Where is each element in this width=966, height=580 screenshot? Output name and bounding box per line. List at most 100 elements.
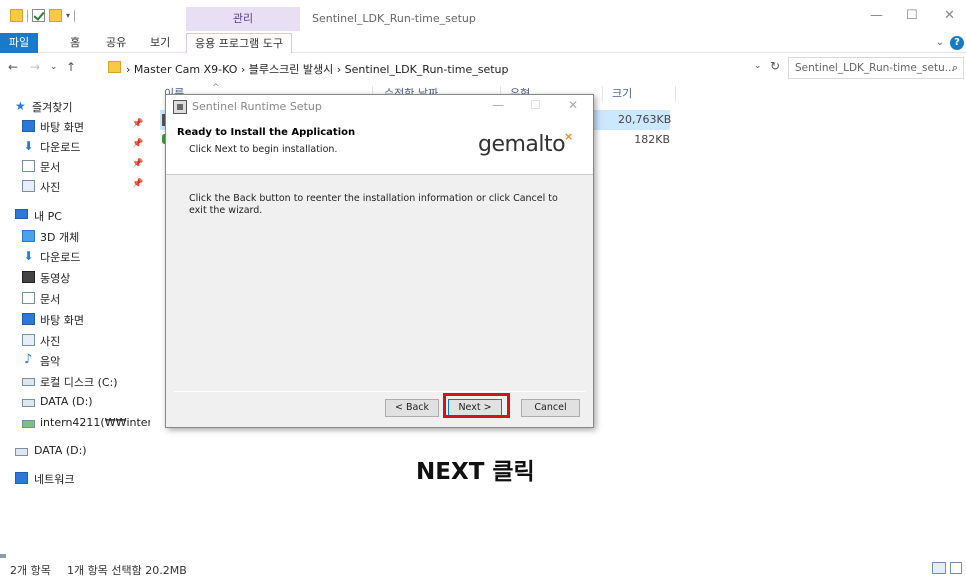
tab-app-tools[interactable]: 응용 프로그램 도구 (186, 33, 292, 53)
network-drive-icon (22, 420, 35, 428)
star-icon: ★ (15, 99, 26, 113)
dialog-title-bar[interactable]: Sentinel Runtime Setup — ☐ ✕ (166, 95, 593, 119)
drive-icon (22, 399, 35, 407)
cube-icon (22, 230, 35, 242)
sidebar-item-network-share[interactable]: intern4211(₩₩inter (0, 413, 150, 433)
gemalto-logo: gemalto (478, 132, 566, 157)
dialog-maximize-button: ☐ (530, 98, 541, 112)
search-input[interactable]: Sentinel_LDK_Run-time_setu... ⌕ (788, 57, 964, 79)
sidebar-item-label: 로컬 디스크 (C:) (40, 376, 118, 389)
up-arrow-icon[interactable]: ↑ (66, 60, 76, 74)
sidebar-item-downloads-pc[interactable]: ⬇ 다운로드 (0, 246, 150, 266)
dialog-minimize-button[interactable]: — (492, 98, 504, 112)
annotation-caption: NEXT 클릭 (416, 459, 535, 485)
sidebar-item-label: 바탕 화면 (40, 314, 84, 327)
dialog-divider (174, 391, 585, 392)
ribbon-tabs: 파일 홈 공유 보기 응용 프로그램 도구 ⌄ ? (0, 33, 966, 53)
help-button[interactable]: ? (950, 36, 964, 50)
back-button[interactable]: < Back (385, 399, 439, 417)
dialog-header: Ready to Install the Application Click N… (166, 119, 593, 175)
sidebar-item-label: 바탕 화면 (40, 121, 84, 134)
sidebar-item-data-drive-root[interactable]: DATA (D:) (0, 441, 150, 461)
sidebar-item-label: 즐겨찾기 (32, 101, 73, 114)
sidebar-item-label: 사진 (40, 181, 61, 194)
sidebar-item-desktop[interactable]: 바탕 화면 📌 (0, 116, 150, 136)
properties-icon[interactable] (32, 9, 45, 22)
document-icon (22, 292, 35, 304)
sidebar-item-music[interactable]: ♪ 음악 (0, 350, 150, 370)
forward-arrow-icon[interactable]: → (30, 60, 40, 74)
pictures-icon (22, 334, 35, 346)
folder-icon (10, 9, 23, 22)
sidebar-item-label: 다운로드 (40, 251, 81, 264)
file-size: 182KB (634, 133, 670, 146)
sidebar-item-network[interactable]: 네트워크 (0, 468, 150, 488)
sidebar-item-quick-access[interactable]: ★ 즐겨찾기 (0, 96, 150, 116)
address-dropdown-icon[interactable]: ⌄ (754, 61, 762, 71)
column-header-size[interactable]: 크기 (612, 84, 632, 106)
sidebar-item-label: 다운로드 (40, 141, 81, 154)
status-bar: 2개 항목 1개 항목 선택함 20.2MB (0, 558, 966, 580)
dialog-subheading: Click Next to begin installation. (189, 144, 338, 155)
search-icon: ⌕ (951, 61, 958, 74)
download-icon: ⬇ (23, 249, 34, 263)
sidebar-item-downloads[interactable]: ⬇ 다운로드 📌 (0, 136, 150, 156)
sidebar-item-label: 사진 (40, 335, 61, 348)
pin-icon: 📌 (132, 119, 144, 129)
sidebar-item-desktop-pc[interactable]: 바탕 화면 (0, 309, 150, 329)
minimize-button[interactable]: — (870, 8, 883, 23)
customize-dropdown-icon[interactable]: ▾ (66, 11, 70, 20)
pin-icon: 📌 (132, 179, 144, 189)
manage-context-tab[interactable]: 관리 (186, 7, 300, 31)
column-divider[interactable] (675, 86, 676, 102)
pictures-icon (22, 180, 35, 192)
new-folder-icon[interactable] (49, 9, 62, 22)
recent-locations-icon[interactable]: ⌄ (50, 62, 58, 72)
drive-icon (15, 448, 28, 456)
close-button[interactable]: ✕ (944, 8, 955, 23)
desktop-icon (22, 120, 35, 132)
sidebar-item-this-pc[interactable]: 내 PC (0, 205, 150, 225)
dialog-heading: Ready to Install the Application (177, 127, 356, 138)
sidebar-item-data-drive[interactable]: DATA (D:) (0, 392, 150, 412)
tab-share[interactable]: 공유 (106, 33, 126, 53)
toolbar-divider (74, 9, 76, 22)
setup-dialog: Sentinel Runtime Setup — ☐ ✕ Ready to In… (165, 94, 594, 428)
document-icon (22, 160, 35, 172)
tab-home[interactable]: 홈 (70, 33, 80, 53)
expand-ribbon-icon[interactable]: ⌄ (936, 37, 944, 48)
breadcrumb[interactable]: › Master Cam X9-KO › 블루스크린 발생시 › Sentine… (126, 61, 508, 77)
video-icon (22, 271, 35, 283)
folder-icon (108, 61, 121, 73)
sidebar-item-videos[interactable]: 동영상 (0, 267, 150, 287)
sidebar-item-label: DATA (D:) (34, 444, 87, 457)
sidebar-item-label: 3D 개체 (40, 231, 80, 244)
address-bar-row: ← → ⌄ ↑ › Master Cam X9-KO › 블루스크린 발생시 ›… (0, 54, 966, 82)
sidebar-item-local-disk[interactable]: 로컬 디스크 (C:) (0, 371, 150, 391)
sidebar-item-label: 문서 (40, 161, 61, 174)
large-icons-view-icon[interactable] (950, 562, 962, 574)
drive-icon (22, 378, 35, 386)
tab-view[interactable]: 보기 (150, 33, 170, 53)
dialog-body-text: Click the Back button to reenter the ins… (189, 193, 558, 216)
sidebar-item-pictures[interactable]: 사진 📌 (0, 176, 150, 196)
sidebar-item-label: 음악 (40, 355, 61, 368)
sidebar-item-label: 동영상 (40, 272, 71, 285)
sidebar-item-documents-pc[interactable]: 문서 (0, 288, 150, 308)
details-view-icon[interactable] (932, 562, 946, 574)
back-arrow-icon[interactable]: ← (8, 60, 18, 74)
desktop-icon (22, 313, 35, 325)
pin-icon: 📌 (132, 139, 144, 149)
cancel-button[interactable]: Cancel (521, 399, 580, 417)
sidebar-item-label: 문서 (40, 293, 61, 306)
tab-file[interactable]: 파일 (0, 33, 38, 53)
sidebar-item-pictures-pc[interactable]: 사진 (0, 330, 150, 350)
computer-icon (15, 209, 28, 219)
dialog-close-button[interactable]: ✕ (568, 98, 578, 112)
installer-icon (173, 100, 187, 114)
maximize-button[interactable]: ☐ (906, 8, 918, 23)
column-divider[interactable] (602, 86, 603, 102)
sidebar-item-3d-objects[interactable]: 3D 개체 (0, 226, 150, 246)
refresh-icon[interactable]: ↻ (770, 59, 780, 73)
sidebar-item-documents[interactable]: 문서 📌 (0, 156, 150, 176)
